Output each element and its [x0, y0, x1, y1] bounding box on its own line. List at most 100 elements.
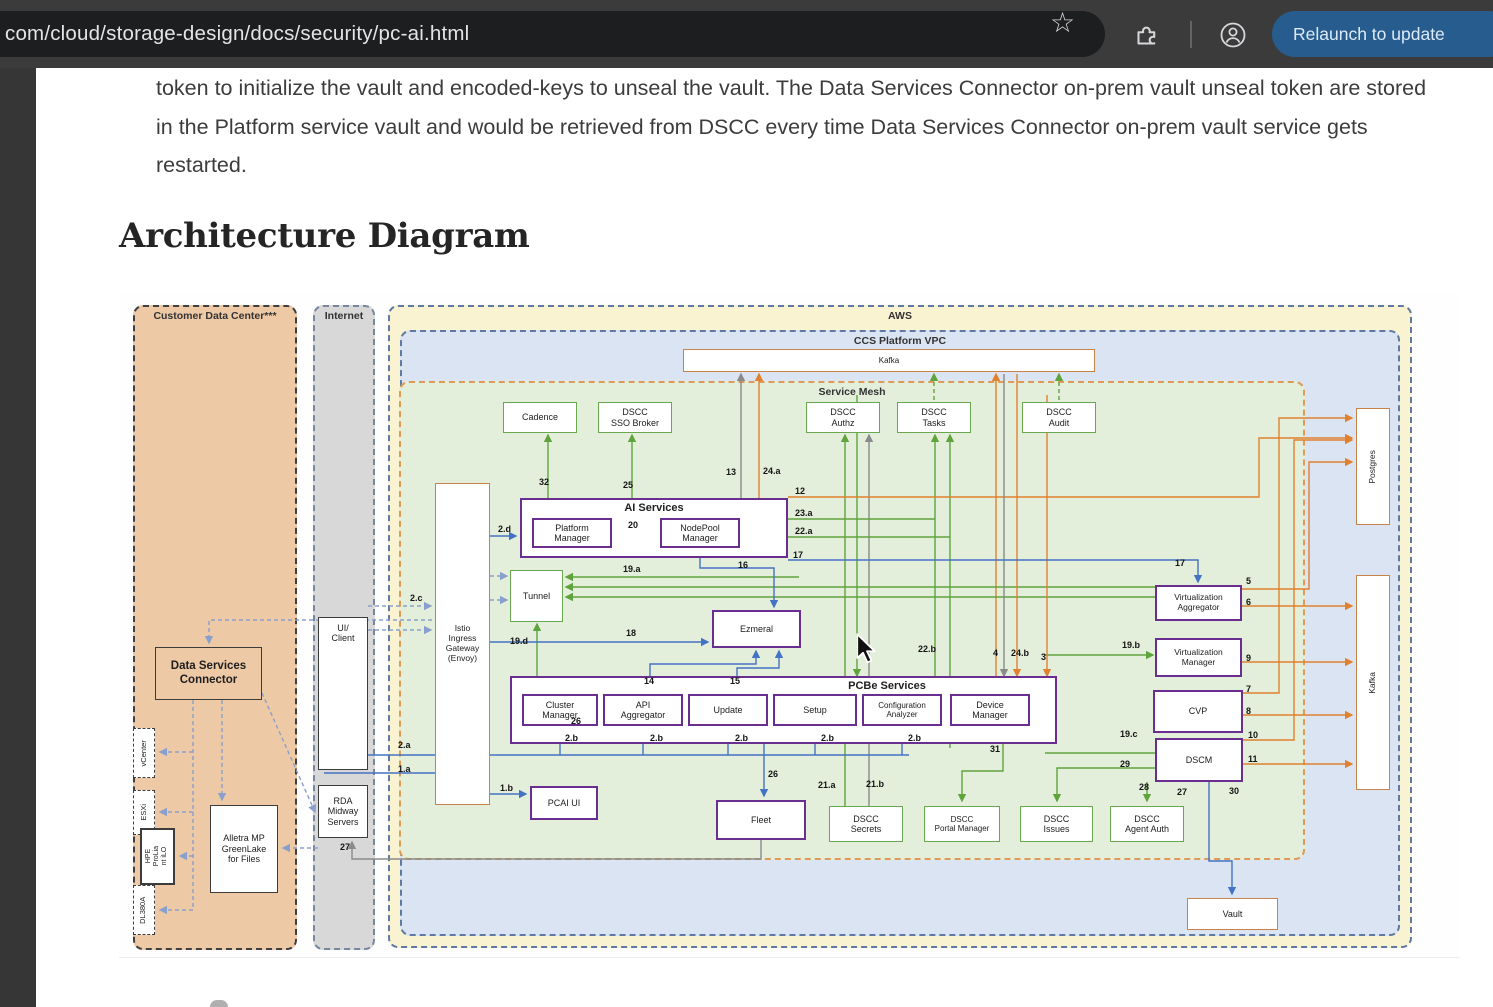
- edge-label: 2.c: [410, 593, 423, 603]
- cluster-manager-node: Cluster Manager: [522, 694, 598, 726]
- edge-label: 1.a: [398, 764, 411, 774]
- kafka-right-node: Kafka: [1356, 575, 1390, 790]
- edge-label: 19.b: [1122, 640, 1140, 650]
- update-node: Update: [688, 694, 768, 726]
- alletra-mp-greenlake-node: Alletra MP GreenLake for Files: [210, 805, 278, 893]
- edge-label: 25: [623, 480, 633, 490]
- platform-manager-node: Platform Manager: [532, 518, 612, 548]
- dscm-node: DSCM: [1155, 738, 1243, 782]
- edge-label: 23.a: [795, 508, 813, 518]
- edge-label: 2.b: [908, 733, 921, 743]
- page-title: Architecture Diagram: [119, 216, 530, 256]
- edge-label: 2.d: [498, 524, 511, 534]
- edge-label: 21.b: [866, 779, 884, 789]
- partial-scrolled-text: [210, 1000, 228, 1007]
- edge-label: 4: [993, 648, 998, 658]
- extensions-icon[interactable]: [1134, 21, 1161, 48]
- edge-label: 19.a: [623, 564, 641, 574]
- edge-label: 20: [628, 520, 638, 530]
- edge-label: 14: [644, 676, 654, 686]
- edge-label: 9: [1246, 653, 1251, 663]
- nodepool-manager-node: NodePool Manager: [660, 518, 740, 548]
- left-edge-panel: [0, 68, 36, 1007]
- dscc-issues-node: DSCC Issues: [1020, 806, 1093, 842]
- dscc-audit-node: DSCC Audit: [1022, 402, 1096, 433]
- edge-label: 2.b: [821, 733, 834, 743]
- dscc-authz-node: DSCC Authz: [806, 402, 880, 433]
- edge-label: 21.a: [818, 780, 836, 790]
- dscc-secrets-node: DSCC Secrets: [829, 806, 903, 842]
- edge-label: 32: [539, 477, 549, 487]
- architecture-diagram-image: Customer Data Center***InternetAWSCCS Pl…: [119, 293, 1459, 958]
- edge-label: 11: [1248, 754, 1258, 764]
- dscc-sso-broker-node: DSCC SSO Broker: [598, 402, 672, 433]
- dscc-portal-manager-node: DSCC Portal Manager: [924, 806, 1000, 842]
- edge-label: 6: [1246, 597, 1251, 607]
- edge-label: 26: [571, 716, 581, 726]
- profile-icon[interactable]: [1218, 20, 1248, 50]
- dscc-agent-auth-node: DSCC Agent Auth: [1110, 806, 1184, 842]
- edge-label: 24.a: [763, 466, 781, 476]
- edge-label: 19.c: [1120, 729, 1138, 739]
- edge-label: 2.b: [565, 733, 578, 743]
- postgres-node: Postgres: [1356, 408, 1390, 525]
- toolbar-separator: [1190, 21, 1192, 48]
- virtualization-manager-node: Virtualization Manager: [1155, 638, 1242, 677]
- edge-label: 22.b: [918, 644, 936, 654]
- relaunch-button[interactable]: Relaunch to update: [1272, 11, 1493, 57]
- ui-client-node: UI/ Client: [318, 617, 368, 770]
- edge-label: 8: [1246, 706, 1251, 716]
- edge-label: 18: [626, 628, 636, 638]
- edge-label: 17: [793, 550, 803, 560]
- api-aggregator-node: API Aggregator: [603, 694, 683, 726]
- tunnel-node: Tunnel: [510, 570, 563, 622]
- virtualization-aggregator-node: Virtualization Aggregator: [1155, 585, 1242, 621]
- edge-label: 26: [768, 769, 778, 779]
- hpe-proliant-ilo-node: HPE ProLia nt iLO: [140, 828, 175, 885]
- edge-label: 24.b: [1011, 648, 1029, 658]
- edge-label: 16: [738, 560, 748, 570]
- edge-label: 1.b: [500, 783, 513, 793]
- rda-midway-servers-node: RDA Midway Servers: [318, 785, 368, 838]
- ezmeral-node: Ezmeral: [712, 610, 801, 648]
- edge-label: 15: [730, 676, 740, 686]
- dscc-tasks-node: DSCC Tasks: [897, 402, 971, 433]
- istio-ingress-gateway-node: Istio Ingress Gateway (Envoy): [435, 483, 490, 805]
- edge-label: 2.b: [650, 733, 663, 743]
- edge-label: 27: [1177, 787, 1187, 797]
- edge-label: 10: [1248, 730, 1258, 740]
- dl380a-node: DL380A: [133, 885, 155, 935]
- edge-label: 19.d: [510, 636, 528, 646]
- pcai-ui-node: PCAI UI: [530, 786, 598, 820]
- edge-label: 7: [1246, 684, 1251, 694]
- edge-label: 27: [340, 842, 350, 852]
- edge-label: 5: [1246, 576, 1251, 586]
- edge-label: 22.a: [795, 526, 813, 536]
- device-manager-node: Device Manager: [950, 694, 1030, 726]
- cvp-node: CVP: [1153, 690, 1243, 733]
- url-bar[interactable]: com/cloud/storage-design/docs/security/p…: [0, 11, 1105, 57]
- edge-label: 13: [726, 467, 736, 477]
- vault-node: Vault: [1187, 898, 1278, 930]
- cadence-node: Cadence: [503, 402, 577, 433]
- edge-label: 12: [795, 486, 805, 496]
- edge-label: 3: [1041, 652, 1046, 662]
- setup-node: Setup: [773, 694, 857, 726]
- body-paragraph: token to initialize the vault and encode…: [156, 69, 1431, 185]
- bookmark-star-icon[interactable]: ☆: [1050, 6, 1075, 39]
- edge-label: 31: [990, 744, 1000, 754]
- data-services-connector-node: Data Services Connector: [155, 647, 262, 700]
- vcenter-node: vCenter: [133, 728, 155, 778]
- edge-label: 30: [1229, 786, 1239, 796]
- mouse-cursor: [855, 633, 877, 663]
- edge-label: 17: [1175, 558, 1185, 568]
- edge-label: 28: [1139, 782, 1149, 792]
- url-text: com/cloud/storage-design/docs/security/p…: [5, 11, 469, 57]
- configuration-analyzer-node: Configuration Analyzer: [862, 694, 942, 726]
- edge-label: 2.a: [398, 740, 411, 750]
- edge-label: 29: [1120, 759, 1130, 769]
- kafka-top-node: Kafka: [683, 349, 1095, 372]
- edge-label: 2.b: [735, 733, 748, 743]
- browser-toolbar: com/cloud/storage-design/docs/security/p…: [0, 0, 1493, 68]
- fleet-node: Fleet: [716, 800, 806, 840]
